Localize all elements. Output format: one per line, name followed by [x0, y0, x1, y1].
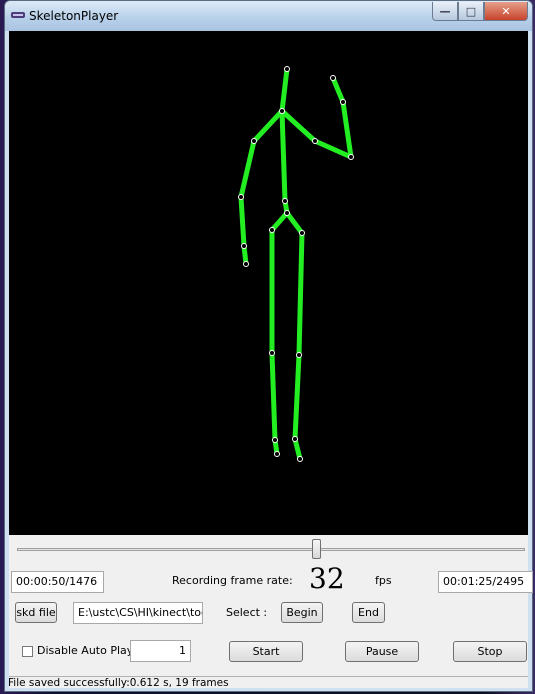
client-area: 00:00:50/1476 Recording frame rate: 32 f…: [9, 31, 533, 688]
skeleton-player-window: SkeletonPlayer — □ ✕ 00:00:50/1476 Recor…: [4, 0, 533, 692]
start-button[interactable]: Start: [229, 641, 303, 662]
app-icon: [11, 12, 25, 18]
disable-auto-play-label[interactable]: Disable Auto Play: [37, 644, 133, 657]
title-bar[interactable]: SkeletonPlayer — □ ✕: [5, 1, 532, 31]
window-title: SkeletonPlayer: [29, 9, 119, 23]
skd-file-button[interactable]: skd file: [15, 602, 57, 623]
stop-button[interactable]: Stop: [453, 641, 527, 662]
frame-rate-value: 32: [309, 562, 345, 595]
status-text: File saved successfully:0.612 s, 19 fram…: [8, 677, 229, 689]
file-path-field[interactable]: E:\ustc\CS\HI\kinect\tools: [73, 602, 203, 624]
end-button[interactable]: End: [352, 602, 385, 623]
recording-frame-rate-label: Recording frame rate:: [172, 574, 293, 587]
maximize-button[interactable]: □: [458, 2, 484, 21]
fps-label: fps: [375, 574, 392, 587]
total-time-field[interactable]: 00:01:25/2495: [438, 571, 533, 593]
pause-button[interactable]: Pause: [345, 641, 419, 662]
close-button[interactable]: ✕: [484, 2, 528, 21]
select-label: Select :: [226, 606, 268, 619]
timeline-slider-track[interactable]: [17, 548, 525, 551]
current-time-field[interactable]: 00:00:50/1476: [11, 571, 104, 593]
disable-auto-play-checkbox[interactable]: [22, 646, 33, 657]
skeleton-canvas: [9, 31, 528, 535]
step-value-field[interactable]: 1: [130, 640, 191, 662]
minimize-button[interactable]: —: [432, 2, 458, 21]
begin-button[interactable]: Begin: [281, 602, 323, 623]
timeline-slider-thumb[interactable]: [312, 539, 321, 559]
